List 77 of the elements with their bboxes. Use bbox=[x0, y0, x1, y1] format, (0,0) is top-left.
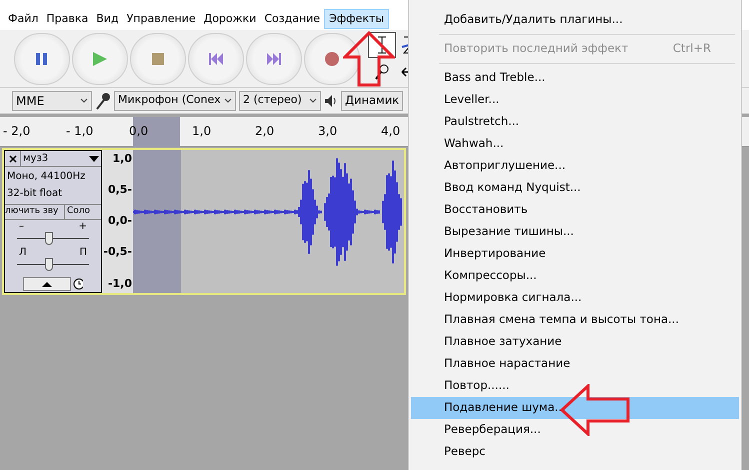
gain-minus-label: – bbox=[19, 222, 24, 232]
chevron-icon bbox=[80, 98, 88, 103]
i-beam-icon bbox=[377, 36, 387, 54]
track-format: Моно, 44100Hz bbox=[6, 170, 86, 184]
gain-plus-label: + bbox=[78, 222, 87, 232]
scale-label: 0,0- bbox=[106, 213, 132, 230]
magnifier-icon bbox=[375, 64, 389, 80]
record-button[interactable] bbox=[304, 32, 360, 84]
skip-end-button[interactable] bbox=[246, 32, 302, 84]
ruler-label: - 2,0 bbox=[3, 123, 30, 140]
ruler-label: 1,0 bbox=[192, 123, 212, 140]
microphone-icon bbox=[95, 92, 111, 110]
solo-button[interactable]: Соло bbox=[65, 205, 101, 219]
menu-item[interactable]: Эффекты bbox=[324, 9, 390, 29]
close-icon bbox=[8, 154, 16, 162]
menu-item[interactable]: Компрессоры... bbox=[411, 265, 739, 287]
ruler-label: 3,0 bbox=[318, 123, 338, 140]
menu-item[interactable]: Реверс bbox=[411, 441, 739, 463]
scale-label: -1,0 bbox=[106, 276, 132, 292]
skip-start-button[interactable] bbox=[188, 32, 244, 84]
menu-item[interactable]: Подавление шума... bbox=[411, 397, 739, 419]
speaker-icon bbox=[324, 94, 338, 108]
menu-item[interactable]: Paulstretch... bbox=[411, 111, 739, 133]
pause-button[interactable] bbox=[14, 32, 70, 84]
menu-item[interactable]: Ввод команд Nyquist... bbox=[411, 177, 739, 199]
skip-end-icon bbox=[266, 52, 282, 66]
ruler-label: 0,0 bbox=[129, 123, 148, 140]
pan-right-label: П bbox=[79, 248, 87, 258]
scale-label: 1,0 bbox=[112, 151, 132, 167]
menu-item[interactable]: Leveller... bbox=[411, 89, 739, 111]
menu-item[interactable]: Плавная смена темпа и высоты тона... bbox=[411, 309, 739, 331]
ruler-label: 4,0 bbox=[381, 123, 400, 140]
scale-label: 0,5- bbox=[106, 182, 132, 198]
ruler-label: 2,0 bbox=[255, 123, 274, 140]
menu-item[interactable]: Bass and Treble... bbox=[411, 67, 739, 89]
pause-icon bbox=[35, 52, 49, 66]
menu-item[interactable]: Восстановить bbox=[411, 199, 739, 221]
slider-thumb[interactable] bbox=[45, 232, 54, 245]
chevron-icon bbox=[309, 98, 317, 103]
host-dropdown[interactable]: MME bbox=[12, 90, 92, 110]
menu-item[interactable]: Вырезание тишины... bbox=[411, 221, 739, 243]
menu-item[interactable]: Правка bbox=[42, 9, 92, 29]
chevron-icon bbox=[224, 98, 232, 103]
stop-button[interactable] bbox=[130, 32, 186, 84]
clock-icon bbox=[73, 278, 83, 290]
menu-item[interactable]: Реверберация... bbox=[411, 419, 739, 441]
output-device-dropdown[interactable]: Динамик bbox=[341, 90, 404, 110]
menu-item[interactable]: Управление bbox=[122, 9, 200, 29]
menu-item[interactable]: Дорожки bbox=[200, 9, 260, 29]
pan-slider[interactable] bbox=[17, 258, 89, 272]
stop-icon bbox=[151, 52, 165, 66]
annotation-arrow bbox=[343, 31, 395, 87]
menu-item[interactable]: Нормировка сигнала... bbox=[411, 287, 739, 309]
collapse-button[interactable] bbox=[23, 277, 72, 291]
menu-item[interactable]: Файл bbox=[4, 9, 42, 29]
menu-item[interactable]: Автоприглушение... bbox=[411, 155, 739, 177]
play-icon bbox=[92, 50, 108, 66]
menu-item[interactable]: Создание bbox=[260, 9, 324, 29]
skip-start-icon bbox=[208, 52, 224, 66]
channels-dropdown[interactable]: 2 (стерео) bbox=[239, 90, 321, 110]
menu-item[interactable]: Плавное затухание bbox=[411, 331, 739, 353]
ruler-label: - 1,0 bbox=[66, 123, 94, 140]
pan-left-label: Л bbox=[19, 248, 27, 258]
mute-button[interactable]: лючить зву bbox=[5, 205, 65, 219]
gain-slider[interactable] bbox=[17, 232, 89, 246]
record-icon bbox=[324, 50, 340, 66]
menu-item[interactable]: Wahwah... bbox=[411, 133, 739, 155]
menu-item[interactable]: Плавное нарастание bbox=[411, 353, 739, 375]
menu-item[interactable]: Добавить/Удалить плагины... bbox=[411, 9, 739, 31]
triangle-up-icon bbox=[42, 282, 52, 286]
input-device-dropdown[interactable]: Микрофон (Conex bbox=[114, 90, 236, 110]
scale-label: -0,5- bbox=[102, 244, 132, 260]
menu-item[interactable]: Вид bbox=[92, 9, 123, 29]
slider-thumb[interactable] bbox=[45, 258, 54, 271]
menu-item[interactable]: Повтор...... bbox=[411, 375, 739, 397]
track-bit-depth: 32-bit float bbox=[6, 187, 64, 201]
menu-item[interactable]: Инвертирование bbox=[411, 243, 739, 265]
